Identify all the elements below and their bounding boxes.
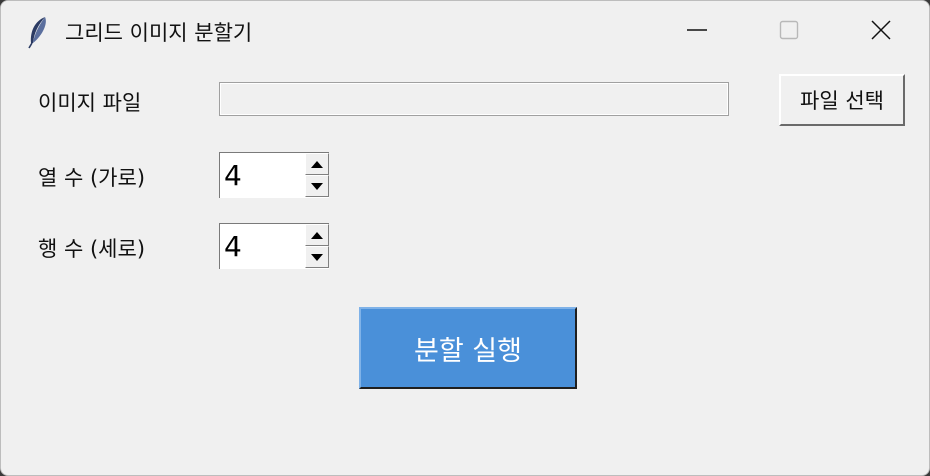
maximize-button[interactable] (743, 1, 835, 63)
arrow-up-icon (311, 160, 323, 168)
rows-increment-button[interactable] (305, 224, 329, 246)
select-file-button[interactable]: 파일 선택 (779, 74, 905, 126)
arrow-down-icon (311, 253, 323, 261)
rows-value[interactable]: 4 (224, 230, 242, 263)
columns-value[interactable]: 4 (224, 159, 242, 192)
run-split-button[interactable]: 분할 실행 (359, 307, 577, 389)
columns-increment-button[interactable] (305, 153, 329, 175)
columns-spinbox[interactable]: 4 (219, 152, 329, 198)
image-file-path-input[interactable] (219, 82, 729, 116)
app-window: 그리드 이미지 분할기 이미지 파일 파일 선택 열 수 (가로) 4 행 수 … (0, 0, 930, 476)
close-icon (870, 19, 892, 45)
arrow-down-icon (311, 182, 323, 190)
window-title: 그리드 이미지 분할기 (65, 21, 253, 45)
rows-spin-arrows (305, 224, 329, 268)
image-file-label: 이미지 파일 (38, 91, 142, 115)
rows-label: 행 수 (세로) (38, 237, 146, 261)
rows-decrement-button[interactable] (305, 246, 329, 268)
arrow-up-icon (311, 231, 323, 239)
minimize-icon (686, 19, 708, 45)
minimize-button[interactable] (651, 1, 743, 63)
close-button[interactable] (835, 1, 927, 63)
columns-decrement-button[interactable] (305, 175, 329, 197)
columns-label: 열 수 (가로) (38, 166, 146, 190)
feather-icon (25, 15, 51, 49)
maximize-icon (778, 19, 800, 45)
title-bar[interactable]: 그리드 이미지 분할기 (1, 1, 929, 63)
rows-spinbox[interactable]: 4 (219, 223, 329, 269)
columns-spin-arrows (305, 153, 329, 197)
